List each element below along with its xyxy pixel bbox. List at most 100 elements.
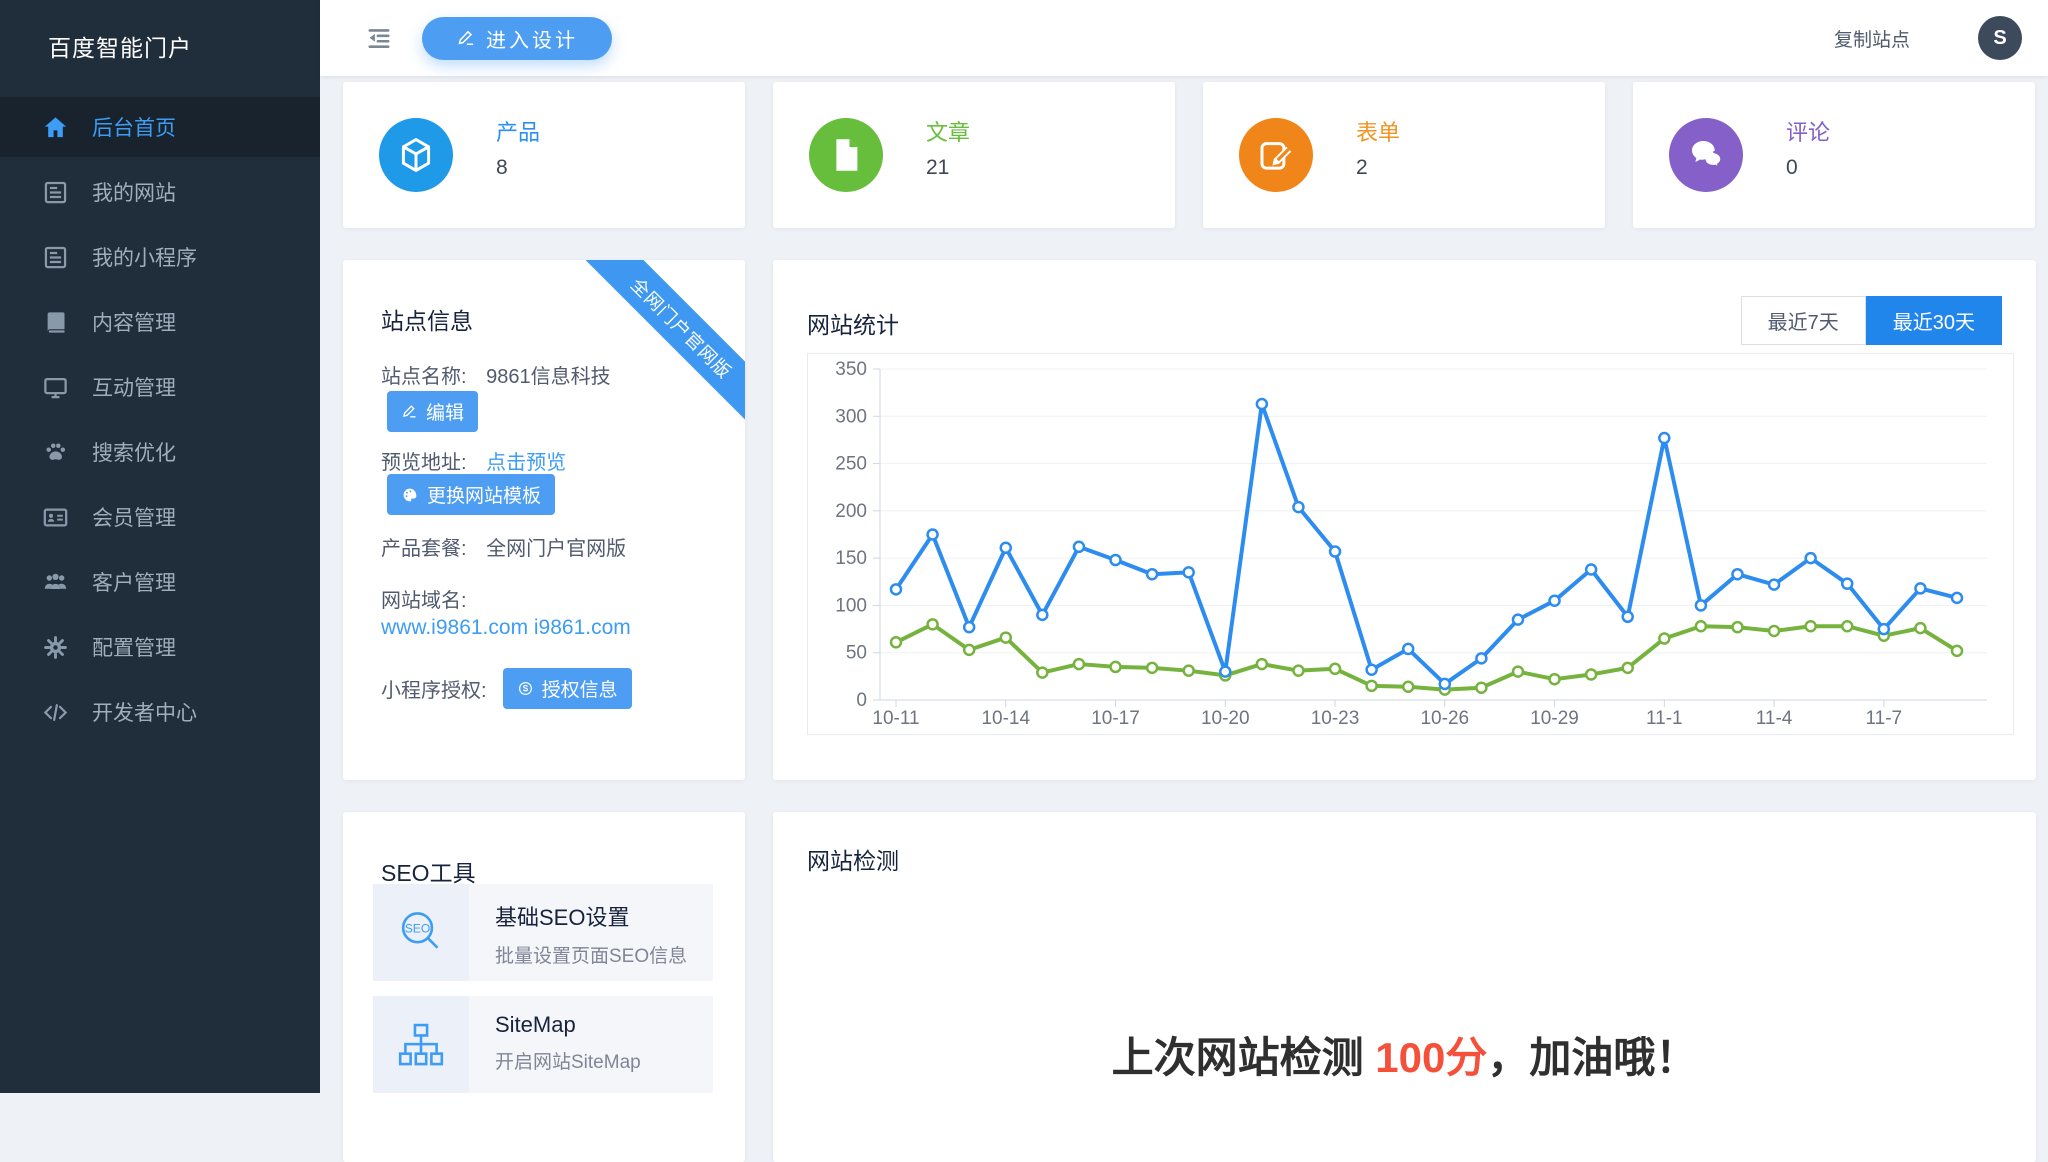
site-check-panel: 网站检测 上次网站检测 100分，加油哦！ [773,812,2036,1162]
id-card-icon [42,504,69,531]
form-icon [1239,118,1313,192]
site-name-value: 9861信息科技 [486,366,611,388]
sidebar-item-member[interactable]: 会员管理 [0,487,320,547]
sidebar-item-customer[interactable]: 客户管理 [0,552,320,612]
enter-design-button[interactable]: 进入设计 [422,17,612,60]
users-icon [42,569,69,596]
sidebar-item-developer[interactable]: 开发者中心 [0,682,320,742]
stat-label: 产品 [496,115,540,147]
seo-item-subtitle: 开启网站SiteMap [495,1047,713,1074]
list-icon [42,244,69,271]
svg-text:150: 150 [835,548,867,569]
sidebar-item-config[interactable]: 配置管理 [0,617,320,677]
stat-value: 2 [1356,156,1368,180]
palette-icon [401,486,419,504]
copy-site-link[interactable]: 复制站点 [1834,25,1910,52]
package-label: 产品套餐: [381,538,467,560]
sidebar-item-label: 会员管理 [92,502,176,532]
sidebar-item-label: 我的小程序 [92,242,197,272]
seo-sitemap-item[interactable]: SiteMap 开启网站SiteMap [373,996,713,1093]
link-circle-icon [517,680,534,697]
svg-text:200: 200 [835,501,867,522]
seo-item-title: SiteMap [495,1012,713,1038]
sidebar-item-label: 开发者中心 [92,697,197,727]
pencil-icon [401,403,418,420]
gear-icon [42,634,69,661]
site-check-title: 网站检测 [807,842,899,876]
sidebar-item-my-website[interactable]: 我的网站 [0,162,320,222]
tab-last-30-days[interactable]: 最近30天 [1866,296,2002,345]
stat-card-comments[interactable]: 评论 0 [1633,82,2035,228]
site-name-label: 站点名称: [381,366,467,388]
seo-tools-panel: SEO工具 SEO 基础SEO设置 批量设置页面SEO信息 SiteMap 开启… [343,812,745,1162]
check-message-suffix: ，加油哦！ [1487,1034,1697,1081]
seo-tools-title: SEO工具 [381,854,476,888]
package-value: 全网门户官网版 [486,538,626,560]
auth-info-button[interactable]: 授权信息 [503,668,632,709]
home-icon [42,114,69,141]
stat-card-products[interactable]: 产品 8 [343,82,745,228]
sidebar-item-label: 客户管理 [92,567,176,597]
seo-item-title: 基础SEO设置 [495,900,713,932]
svg-text:10-17: 10-17 [1091,708,1140,729]
sidebar-item-label: 后台首页 [92,112,176,142]
stat-value: 0 [1786,156,1798,180]
app-title: 百度智能门户 [0,0,320,92]
change-template-button[interactable]: 更换网站模板 [387,474,555,515]
auth-info-label: 授权信息 [542,675,618,702]
check-message-prefix: 上次网站检测 [1112,1034,1376,1081]
preview-link[interactable]: 点击预览 [486,452,566,474]
check-result-message: 上次网站检测 100分，加油哦！ [773,1024,2036,1085]
stat-value: 8 [496,156,508,180]
svg-text:50: 50 [846,643,867,664]
stat-card-articles[interactable]: 文章 21 [773,82,1175,228]
stat-label: 评论 [1786,115,1830,147]
domain-label: 网站域名: [381,584,467,613]
site-info-panel: 全网门户官网版 站点信息 站点名称: 9861信息科技 编辑 预览地址: 点击预… [343,260,745,780]
svg-text:250: 250 [835,454,867,475]
sidebar-item-label: 互动管理 [92,372,176,402]
stats-chart: 05010015020025030035010-1110-1410-1710-2… [807,353,2014,735]
svg-text:350: 350 [835,359,867,380]
monitor-icon [42,374,69,401]
preview-label: 预览地址: [381,452,467,474]
code-icon [42,699,69,726]
book-icon [42,309,69,336]
site-stats-title: 网站统计 [807,306,899,340]
site-stats-panel: 网站统计 最近7天 最近30天 05010015020025030035010-… [773,260,2036,780]
sitemap-icon [373,996,469,1093]
seo-search-icon: SEO [373,884,469,981]
svg-text:300: 300 [835,406,867,427]
domain-links[interactable]: www.i9861.com i9861.com [381,616,631,640]
sidebar-item-my-miniprogram[interactable]: 我的小程序 [0,227,320,287]
collapse-menu-icon[interactable] [366,25,392,51]
sidebar-item-label: 搜索优化 [92,437,176,467]
list-icon [42,179,69,206]
sidebar-item-interaction[interactable]: 互动管理 [0,357,320,417]
stat-value: 21 [926,156,949,180]
svg-text:10-26: 10-26 [1420,708,1469,729]
sidebar-item-content[interactable]: 内容管理 [0,292,320,352]
sidebar-item-seo[interactable]: 搜索优化 [0,422,320,482]
sidebar: 百度智能门户 后台首页 我的网站 我的小程序 内容管理 互动管理 搜索优化 会员… [0,0,320,1093]
avatar[interactable]: S [1978,16,2022,60]
svg-text:10-29: 10-29 [1530,708,1579,729]
sidebar-item-label: 内容管理 [92,307,176,337]
sidebar-item-home[interactable]: 后台首页 [0,97,320,157]
seo-basic-settings-item[interactable]: SEO 基础SEO设置 批量设置页面SEO信息 [373,884,713,981]
article-icon [809,118,883,192]
svg-text:11-4: 11-4 [1756,708,1793,729]
cube-icon [379,118,453,192]
svg-text:11-7: 11-7 [1866,708,1903,729]
change-template-label: 更换网站模板 [427,481,541,508]
site-info-title: 站点信息 [381,302,473,336]
svg-text:11-1: 11-1 [1646,708,1683,729]
stat-card-forms[interactable]: 表单 2 [1203,82,1605,228]
sidebar-item-label: 我的网站 [92,177,176,207]
stat-label: 文章 [926,115,970,147]
enter-design-label: 进入设计 [486,24,578,53]
edit-site-name-button[interactable]: 编辑 [387,391,478,432]
tab-last-7-days[interactable]: 最近7天 [1741,296,1866,345]
comments-icon [1669,118,1743,192]
range-tabs: 最近7天 最近30天 [1741,296,2002,345]
